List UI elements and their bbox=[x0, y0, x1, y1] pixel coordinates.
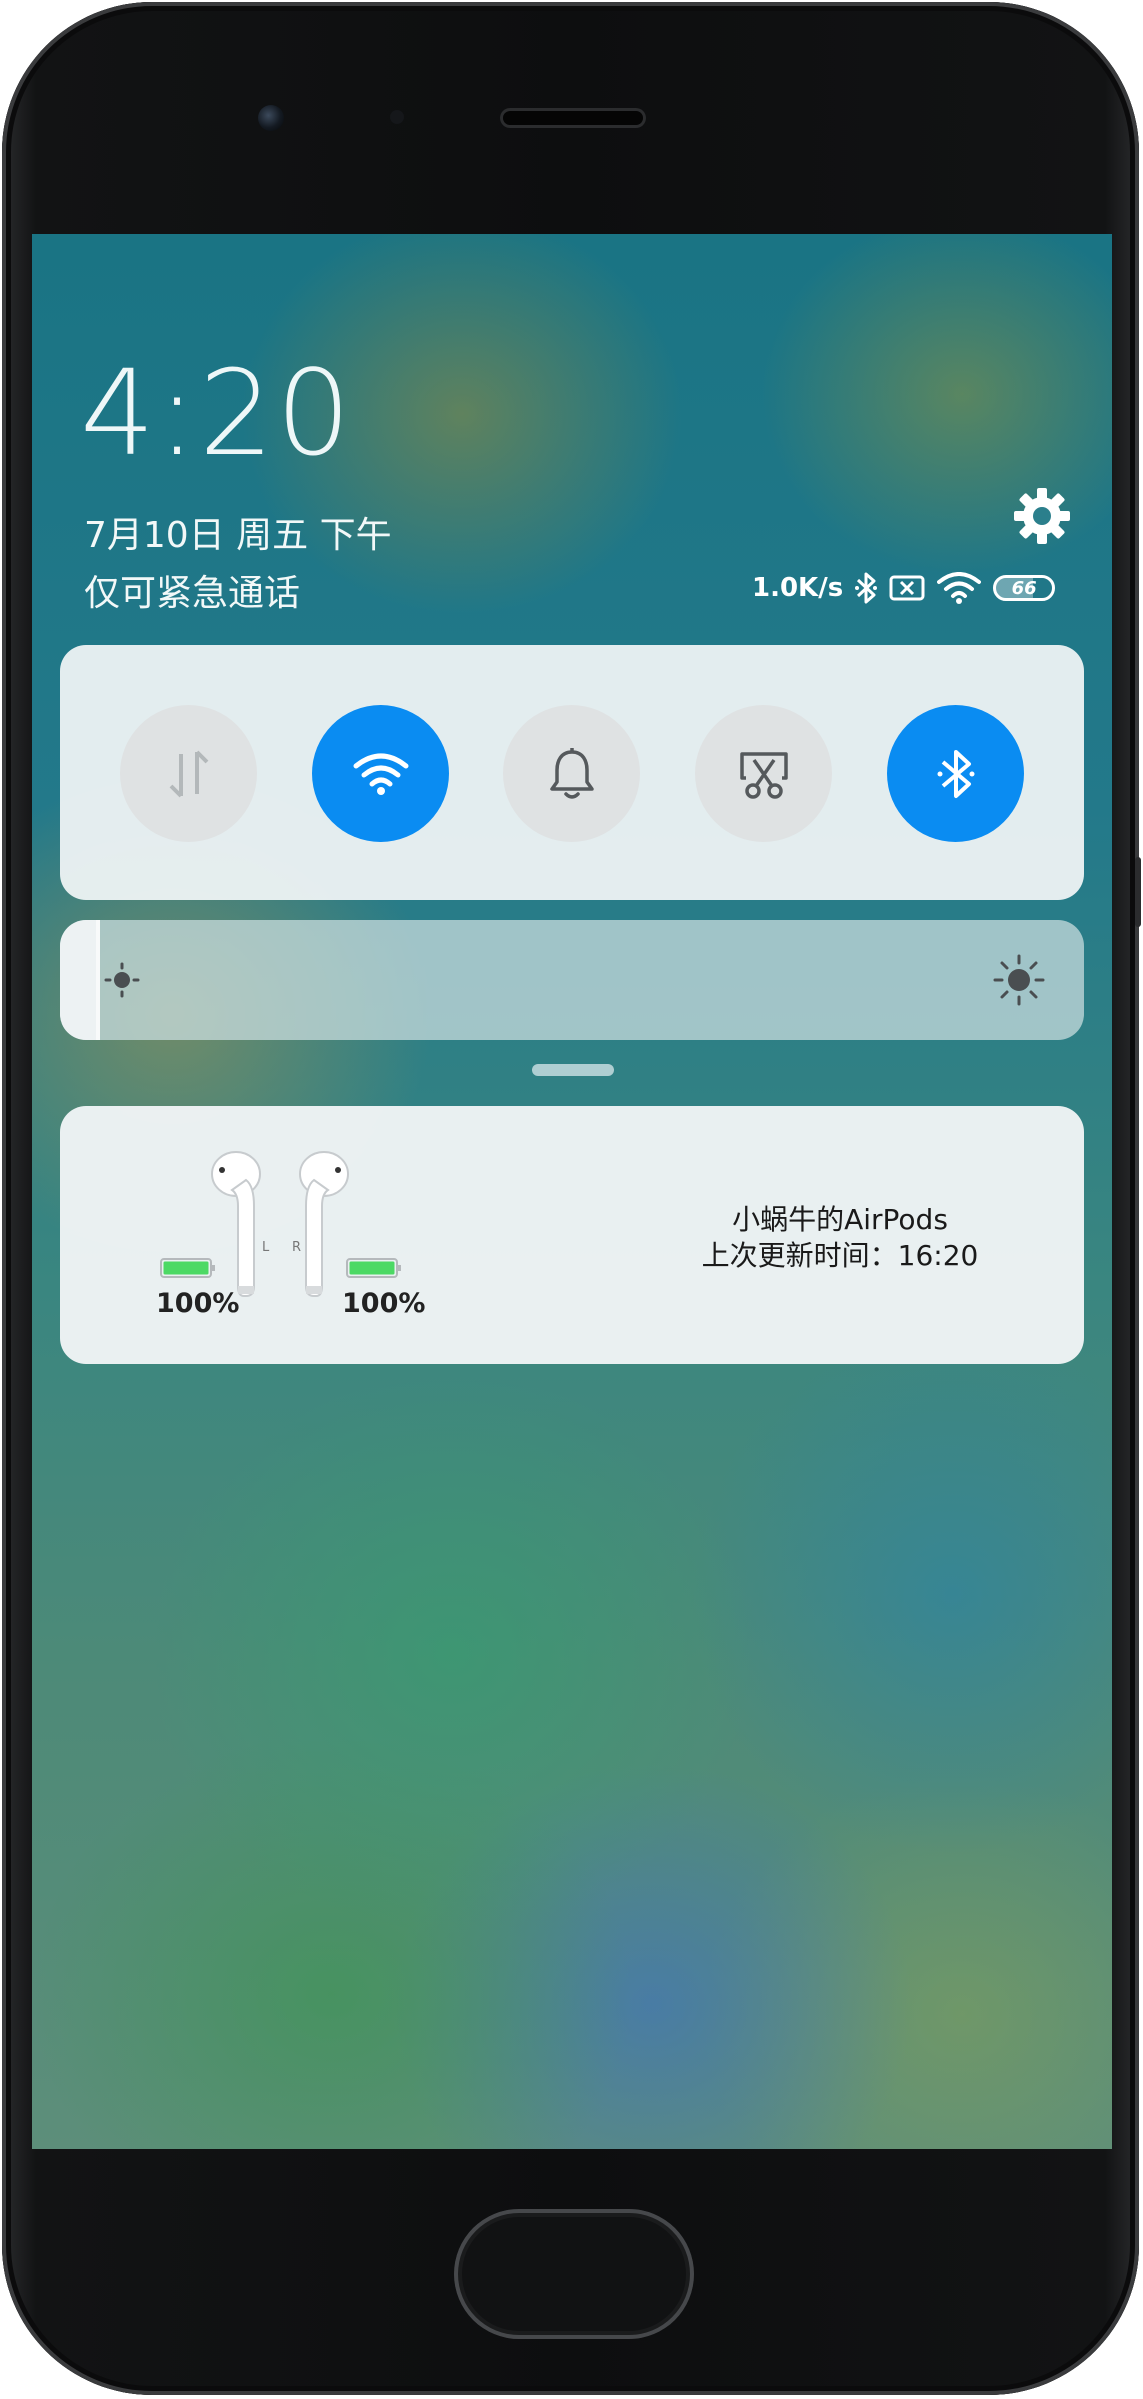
brightness-low-icon bbox=[104, 962, 140, 998]
proximity-sensor bbox=[390, 110, 404, 124]
wifi-icon bbox=[353, 753, 408, 795]
right-battery-icon bbox=[346, 1258, 401, 1278]
carrier-status: 仅可紧急通话 bbox=[84, 573, 301, 614]
phone-frame: 4:20 7月10日 周五 下午 仅可紧急通话 1.0K/s 66 L R 10… bbox=[2, 2, 1141, 2395]
airpods-widget[interactable]: L R 100% 100% 小蜗牛的AirPods 上次更新时间：16:20 bbox=[60, 1106, 1084, 1364]
toggle-wifi[interactable] bbox=[312, 705, 449, 842]
brightness-slider[interactable] bbox=[60, 920, 1084, 1040]
bluetooth-icon bbox=[937, 749, 974, 798]
scissors-icon bbox=[739, 751, 788, 799]
home-button[interactable] bbox=[454, 2209, 694, 2339]
date-label: 7月10日 周五 下午 bbox=[84, 515, 392, 556]
mobile-data-icon bbox=[169, 750, 208, 797]
side-button bbox=[1135, 857, 1141, 927]
toggle-mobile-data[interactable] bbox=[120, 705, 257, 842]
device-info: 小蜗牛的AirPods 上次更新时间：16:20 bbox=[680, 1202, 1000, 1274]
network-speed: 1.0K/s bbox=[752, 573, 844, 603]
left-pod-letter: L bbox=[262, 1240, 270, 1255]
quick-toggles-panel bbox=[60, 645, 1084, 900]
last-updated: 上次更新时间：16:20 bbox=[701, 1239, 979, 1272]
gear-icon[interactable] bbox=[1012, 486, 1072, 546]
brightness-high-icon bbox=[993, 954, 1045, 1006]
screen: 4:20 7月10日 周五 下午 仅可紧急通话 1.0K/s 66 L R 10… bbox=[32, 234, 1112, 2149]
right-pod-letter: R bbox=[292, 1240, 301, 1255]
battery-level: 66 bbox=[1011, 577, 1037, 599]
bell-icon bbox=[549, 747, 594, 799]
right-battery-label: 100% bbox=[342, 1288, 426, 1319]
panel-drag-handle[interactable] bbox=[532, 1064, 614, 1076]
clock-time: 4:20 bbox=[80, 344, 353, 482]
toggle-ringer[interactable] bbox=[503, 705, 640, 842]
airpods-icon: L R bbox=[211, 1151, 349, 1297]
bluetooth-icon bbox=[855, 572, 878, 604]
brightness-fill bbox=[60, 920, 100, 1040]
left-battery-label: 100% bbox=[156, 1288, 240, 1319]
front-camera bbox=[258, 105, 284, 131]
device-name: 小蜗牛的AirPods bbox=[732, 1203, 948, 1236]
toggle-screenshot[interactable] bbox=[695, 705, 832, 842]
no-sim-icon bbox=[889, 575, 925, 601]
toggle-bluetooth[interactable] bbox=[887, 705, 1024, 842]
earpiece-speaker bbox=[500, 108, 646, 128]
status-bar: 1.0K/s 66 bbox=[752, 568, 1056, 608]
battery-indicator: 66 bbox=[993, 575, 1056, 601]
wifi-icon bbox=[937, 572, 982, 604]
left-battery-icon bbox=[160, 1258, 215, 1278]
